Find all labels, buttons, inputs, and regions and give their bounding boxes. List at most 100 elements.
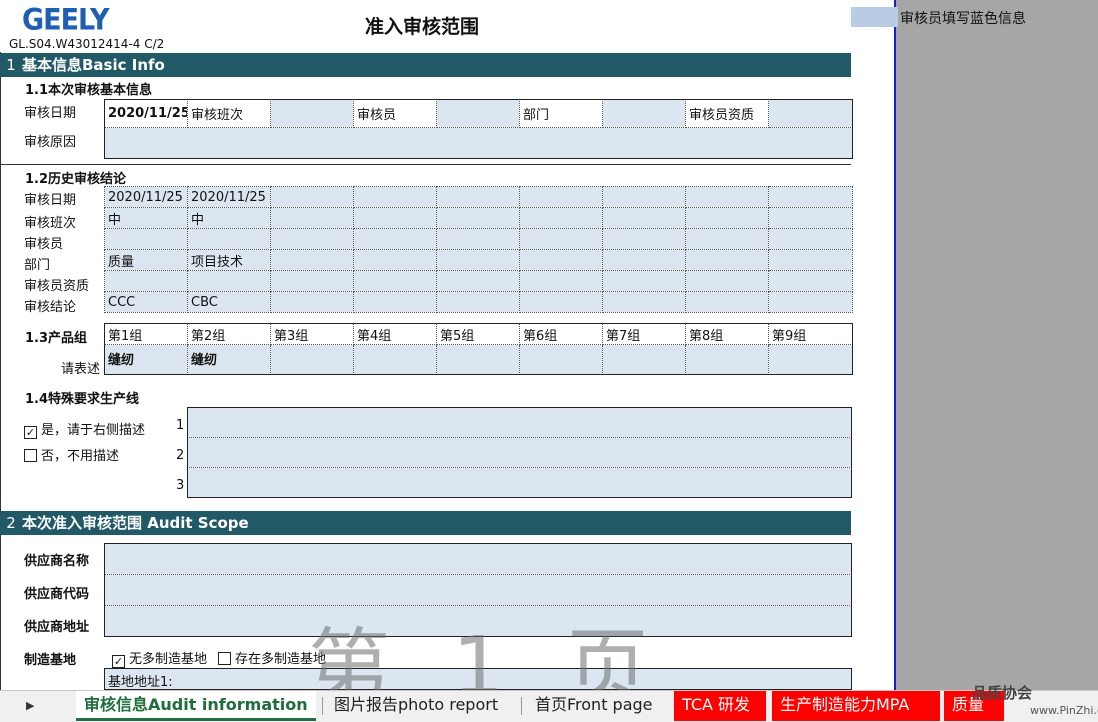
audit-date-value[interactable]: 2020/11/25 xyxy=(104,99,188,128)
history-cell[interactable] xyxy=(602,291,686,313)
qual-input[interactable] xyxy=(768,99,853,128)
history-cell[interactable] xyxy=(685,249,769,271)
audit-reason-input[interactable] xyxy=(104,127,853,159)
section-2-header: 2 本次准入审核范围 Audit Scope xyxy=(0,511,851,535)
history-cell[interactable] xyxy=(104,228,188,250)
dept-input[interactable] xyxy=(602,99,686,128)
group-description[interactable] xyxy=(768,344,853,375)
history-cell[interactable]: 中 xyxy=(187,207,271,229)
history-cell[interactable]: 中 xyxy=(104,207,188,229)
auditor-label-cell: 审核员 xyxy=(353,99,437,128)
supplier-name-label: 供应商名称 xyxy=(24,554,90,569)
history-cell[interactable] xyxy=(519,207,603,229)
history-cell[interactable] xyxy=(353,207,437,229)
geely-logo: GEELY xyxy=(22,3,110,38)
history-cell[interactable] xyxy=(270,207,354,229)
checked-checkbox-icon[interactable]: ✓ xyxy=(112,655,125,668)
history-cell[interactable] xyxy=(353,228,437,250)
history-cell[interactable] xyxy=(270,186,354,208)
history-cell[interactable]: 质量 xyxy=(104,249,188,271)
history-cell[interactable] xyxy=(602,249,686,271)
history-cell[interactable] xyxy=(270,249,354,271)
history-cell[interactable]: 2020/11/25 xyxy=(104,186,188,208)
no-option[interactable]: 否，不用描述 xyxy=(24,445,119,464)
history-cell[interactable] xyxy=(353,270,437,292)
history-cell[interactable] xyxy=(768,207,853,229)
history-cell[interactable] xyxy=(768,249,853,271)
special-line-input[interactable] xyxy=(187,437,852,468)
reason-label: 审核原因 xyxy=(24,135,77,150)
history-cell[interactable] xyxy=(270,291,354,313)
group-description[interactable] xyxy=(270,344,354,375)
special-line-input[interactable] xyxy=(187,407,852,438)
history-cell[interactable] xyxy=(436,270,520,292)
auditor-input[interactable] xyxy=(436,99,520,128)
history-cell[interactable] xyxy=(436,249,520,271)
history-cell[interactable] xyxy=(187,270,271,292)
group-description[interactable] xyxy=(602,344,686,375)
history-cell[interactable] xyxy=(270,270,354,292)
group-description[interactable] xyxy=(353,344,437,375)
shift-input[interactable] xyxy=(270,99,354,128)
history-cell[interactable] xyxy=(436,186,520,208)
section-1-number: 1 xyxy=(6,56,16,74)
group-description[interactable] xyxy=(685,344,769,375)
history-cell[interactable] xyxy=(602,270,686,292)
section-2-title: 本次准入审核范围 Audit Scope xyxy=(22,514,249,532)
checked-checkbox-icon[interactable]: ✓ xyxy=(24,426,37,439)
unchecked-checkbox-icon[interactable] xyxy=(24,449,37,462)
history-cell[interactable] xyxy=(436,207,520,229)
history-cell[interactable] xyxy=(353,291,437,313)
history-cell[interactable] xyxy=(685,270,769,292)
history-cell[interactable] xyxy=(768,186,853,208)
group-description[interactable] xyxy=(519,344,603,375)
history-cell[interactable]: 2020/11/25 xyxy=(187,186,271,208)
history-cell[interactable] xyxy=(768,228,853,250)
history-cell[interactable] xyxy=(602,186,686,208)
history-cell[interactable] xyxy=(436,291,520,313)
history-cell[interactable] xyxy=(104,270,188,292)
tab-photo-report[interactable]: 图片报告photo report xyxy=(326,691,506,721)
history-cell[interactable] xyxy=(685,186,769,208)
history-row-label: 审核员 xyxy=(24,237,64,252)
history-cell[interactable] xyxy=(436,228,520,250)
history-cell[interactable] xyxy=(685,207,769,229)
group-header: 第8组 xyxy=(685,323,769,345)
history-cell[interactable] xyxy=(519,291,603,313)
history-cell[interactable] xyxy=(685,228,769,250)
supplier-address-label: 供应商地址 xyxy=(24,620,90,635)
group-description[interactable]: 缝纫 xyxy=(104,344,188,375)
history-cell[interactable] xyxy=(187,228,271,250)
history-cell[interactable] xyxy=(353,186,437,208)
special-line-input[interactable] xyxy=(187,467,852,498)
history-cell[interactable] xyxy=(768,291,853,313)
supplier-name-input[interactable] xyxy=(104,543,852,575)
tab-mpa[interactable]: 生产制造能力MPA xyxy=(772,691,940,721)
qual-label-cell: 审核员资质 xyxy=(685,99,769,128)
tab-audit-information[interactable]: 审核信息Audit information xyxy=(76,691,316,721)
history-cell[interactable] xyxy=(768,270,853,292)
yes-option[interactable]: ✓ 是，请于右侧描述 xyxy=(24,419,145,439)
history-cell[interactable]: 项目技术 xyxy=(187,249,271,271)
history-cell[interactable] xyxy=(519,270,603,292)
supplier-code-label: 供应商代码 xyxy=(24,587,90,602)
history-cell[interactable] xyxy=(270,228,354,250)
history-cell[interactable] xyxy=(602,207,686,229)
tab-front-page[interactable]: 首页Front page xyxy=(527,691,661,721)
scroll-right-arrow-icon[interactable]: ▶ xyxy=(26,699,34,712)
no-multi-base-option[interactable]: ✓ 无多制造基地 xyxy=(112,648,207,668)
history-cell[interactable] xyxy=(685,291,769,313)
history-cell[interactable] xyxy=(519,228,603,250)
no-option-label: 否，不用描述 xyxy=(41,449,120,464)
group-description[interactable] xyxy=(436,344,520,375)
history-cell[interactable] xyxy=(519,249,603,271)
history-cell[interactable]: CCC xyxy=(104,291,188,313)
group-description[interactable]: 缝纫 xyxy=(187,344,271,375)
tab-tca[interactable]: TCA 研发 xyxy=(674,691,766,721)
history-cell[interactable] xyxy=(519,186,603,208)
history-cell[interactable] xyxy=(353,249,437,271)
unchecked-checkbox-icon[interactable] xyxy=(218,652,231,665)
right-margin-area xyxy=(896,0,1098,690)
history-cell[interactable]: CBC xyxy=(187,291,271,313)
history-cell[interactable] xyxy=(602,228,686,250)
